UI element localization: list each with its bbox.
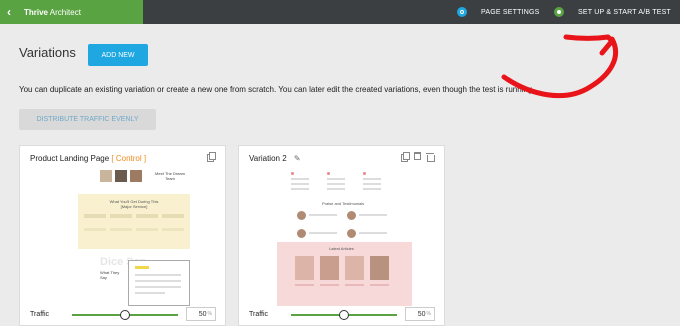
slider-handle[interactable] (339, 310, 349, 320)
page-settings-button[interactable]: PAGE SETTINGS (457, 0, 539, 24)
distribute-traffic-button[interactable]: DISTRIBUTE TRAFFIC EVENLY (19, 109, 156, 130)
variation-preview[interactable]: Meet The Dream Team What You'll Get Duri… (60, 166, 190, 306)
gear-icon (457, 7, 467, 17)
variation-card-control: Product Landing Page [ Control ] Meet Th… (19, 145, 226, 326)
back-icon[interactable]: ‹ (0, 0, 18, 24)
control-badge: [ Control ] (111, 154, 147, 163)
card-title: Variation 2 ✎ (249, 154, 301, 163)
preview-form (128, 260, 190, 306)
preview-columns (291, 172, 381, 193)
variation-preview[interactable]: Praise and Testimonials Latest Articles (277, 166, 412, 306)
duplicate-icon[interactable] (401, 152, 410, 162)
card-actions (207, 152, 216, 162)
description-text: You can duplicate an existing variation … (19, 85, 535, 94)
start-ab-test-button[interactable]: SET UP & START A/B TEST (554, 0, 671, 24)
card-actions (401, 152, 435, 162)
start-ab-test-label: SET UP & START A/B TEST (578, 8, 671, 16)
traffic-input[interactable]: 50% (405, 307, 435, 321)
preview-articles-title: Latest Articles (329, 246, 354, 251)
slider-handle[interactable] (120, 310, 130, 320)
preview-band-title: What You'll Get During This [Major Servi… (109, 199, 159, 209)
add-new-button[interactable]: ADD NEW (88, 44, 148, 66)
calendar-icon[interactable] (414, 152, 421, 160)
duplicate-icon[interactable] (207, 152, 216, 162)
brand-logo: Thrive Architect (24, 7, 81, 17)
preview-band: What You'll Get During This [Major Servi… (78, 194, 190, 249)
card-title: Product Landing Page [ Control ] (30, 154, 147, 163)
annotation-arrow (501, 34, 619, 99)
traffic-label: Traffic (249, 311, 269, 318)
brand-area: ‹ Thrive Architect (0, 0, 143, 24)
variation-card-2: Variation 2 ✎ Praise and Testimonials La… (238, 145, 445, 326)
trash-icon[interactable] (426, 152, 435, 162)
edit-name-icon[interactable]: ✎ (294, 154, 301, 163)
preview-articles: Latest Articles (277, 242, 412, 306)
preview-heading: Meet The Dream Team (155, 171, 185, 181)
preview-testimonials-title: Praise and Testimonials (322, 201, 365, 206)
preview-side-text: What They Say (100, 270, 120, 280)
traffic-input[interactable]: 50% (186, 307, 216, 321)
eye-icon (554, 7, 564, 17)
traffic-label: Traffic (30, 311, 50, 318)
page-title: Variations (19, 45, 76, 60)
top-bar: ‹ Thrive Architect PAGE SETTINGS SET UP … (0, 0, 680, 24)
page-settings-label: PAGE SETTINGS (481, 8, 540, 16)
preview-images (100, 170, 142, 182)
